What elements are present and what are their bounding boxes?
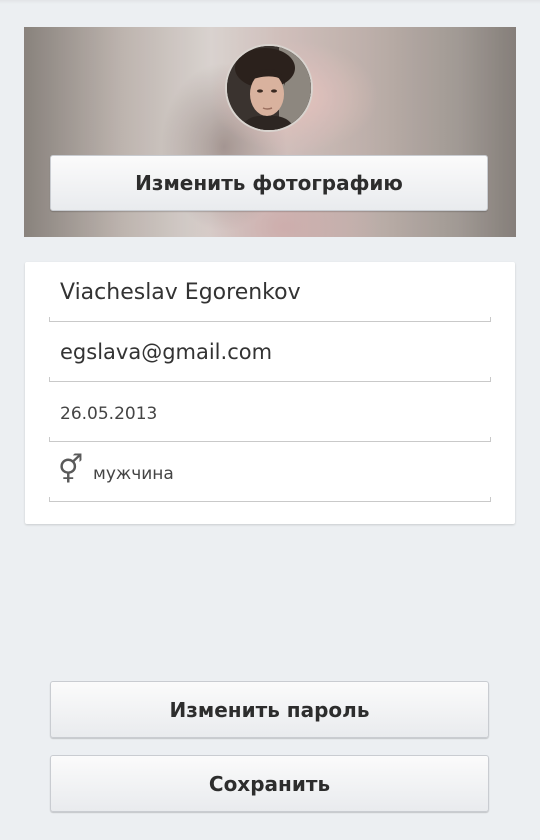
name-field[interactable]: Viacheslav Egorenkov <box>49 262 491 322</box>
avatar-photo <box>227 46 311 130</box>
avatar[interactable] <box>225 44 313 132</box>
top-edge <box>0 0 540 4</box>
save-button[interactable]: Сохранить <box>50 755 489 812</box>
profile-photo-banner: Изменить фотографию <box>24 27 516 237</box>
profile-form-card: Viacheslav Egorenkov egslava@gmail.com 2… <box>25 262 515 524</box>
email-value: egslava@gmail.com <box>60 340 273 364</box>
email-field[interactable]: egslava@gmail.com <box>49 322 491 382</box>
gender-value: мужчина <box>93 464 174 484</box>
change-password-button[interactable]: Изменить пароль <box>50 681 489 738</box>
gender-field[interactable]: ⚥ мужчина <box>49 442 491 502</box>
birth-date-value: 26.05.2013 <box>60 404 158 424</box>
birth-date-field[interactable]: 26.05.2013 <box>49 382 491 442</box>
name-value: Viacheslav Egorenkov <box>60 280 301 305</box>
male-female-icon: ⚥ <box>58 453 84 486</box>
change-photo-button[interactable]: Изменить фотографию <box>50 155 488 211</box>
